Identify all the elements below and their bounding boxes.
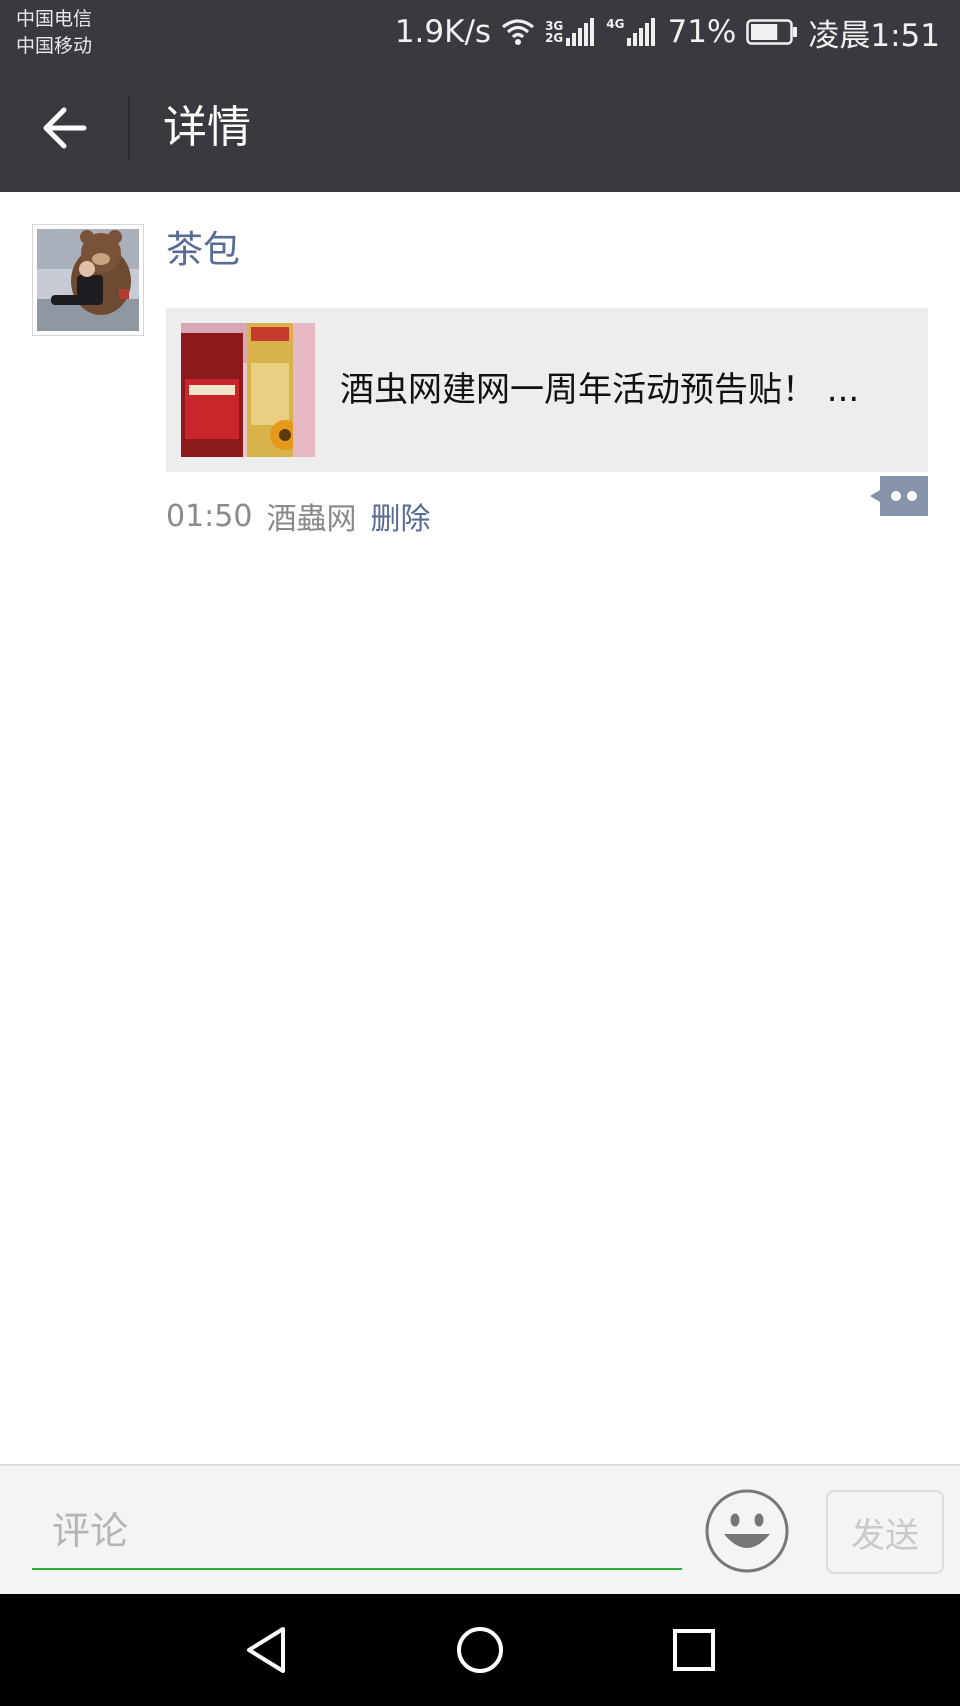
comment-menu-button[interactable] [868,476,928,516]
network-speed: 1.9K/s [394,14,492,50]
comment-dots-icon [870,476,928,516]
page-title: 详情 [163,102,251,153]
delete-button[interactable]: 删除 [370,494,430,538]
signal-3g2g-icon: 3G 2G [545,18,596,46]
battery-icon [746,19,798,45]
clock: 凌晨1:51 [808,17,940,54]
title-divider [128,96,130,160]
comment-bar: 发送 [0,1464,960,1594]
screen: 中国电信 中国移动 1.9K/s 3G 2G 4G 71% 凌晨1:51 详情 … [0,0,960,1706]
circle-home-icon [457,1627,503,1673]
triangle-back-icon [247,1627,285,1673]
avatar-image [37,229,139,331]
carrier-1: 中国电信 [16,8,93,30]
battery-percent: 71% [667,14,737,50]
title-bar: 详情 [0,64,960,192]
author-name[interactable]: 茶包 [166,224,240,276]
arrow-left-icon [43,107,87,149]
signal-4g-icon: 4G [606,18,657,46]
nav-home-button[interactable] [448,1618,512,1682]
smiley-icon [705,1489,789,1573]
send-button[interactable]: 发送 [826,1490,944,1574]
shared-link-card[interactable]: 酒虫网建网一周年活动预告贴！ ... [166,308,928,472]
carrier-2: 中国移动 [16,35,93,57]
status-bar: 中国电信 中国移动 1.9K/s 3G 2G 4G 71% 凌晨1:51 [0,0,960,64]
nav-back-button[interactable] [234,1618,298,1682]
link-title: 酒虫网建网一周年活动预告贴！ ... [340,370,860,410]
post-meta: 01:50 酒蟲网 删除 [166,494,430,538]
carrier-names: 中国电信 中国移动 [16,6,92,60]
emoji-button[interactable] [704,1488,790,1574]
back-button[interactable] [22,88,106,168]
navigation-bar [0,1594,960,1706]
comment-input[interactable] [32,1494,682,1570]
post-source[interactable]: 酒蟲网 [266,494,356,538]
avatar[interactable] [32,224,144,336]
post-time: 01:50 [166,498,253,534]
status-indicators: 1.9K/s 3G 2G 4G 71% 凌晨1:51 [395,10,940,54]
net-label-2g: 2G [545,31,564,45]
wifi-icon [501,18,535,46]
link-thumbnail [181,323,315,457]
nav-recents-button[interactable] [662,1618,726,1682]
net-label-4g: 4G [606,17,625,31]
square-recents-icon [673,1629,715,1671]
